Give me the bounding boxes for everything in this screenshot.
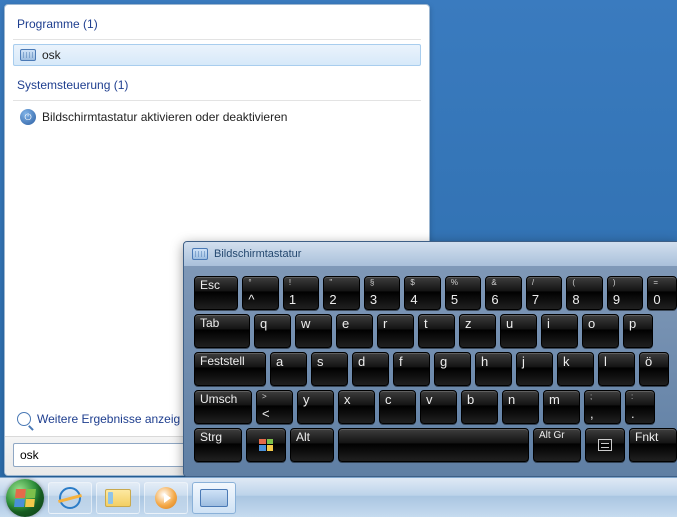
key-esc[interactable]: Esc bbox=[194, 276, 238, 310]
key-t[interactable]: t bbox=[418, 314, 455, 348]
key-tab[interactable]: Tab bbox=[194, 314, 250, 348]
key-e[interactable]: e bbox=[336, 314, 373, 348]
key-i[interactable]: i bbox=[541, 314, 578, 348]
key-row-2: Tab q w e r t z u i o p bbox=[194, 314, 677, 348]
key-h[interactable]: h bbox=[475, 352, 512, 386]
keyboard-icon bbox=[200, 489, 228, 507]
key-r[interactable]: r bbox=[377, 314, 414, 348]
key-row-5: Strg Alt Alt Gr Fnkt bbox=[194, 428, 677, 462]
key-l[interactable]: l bbox=[598, 352, 635, 386]
key-space[interactable] bbox=[338, 428, 529, 462]
divider bbox=[13, 100, 421, 101]
menu-icon bbox=[598, 439, 612, 451]
key-0[interactable]: =0 bbox=[647, 276, 677, 310]
more-results-label: Weitere Ergebnisse anzeig bbox=[37, 412, 180, 426]
search-icon bbox=[17, 412, 31, 426]
key-comma[interactable]: ;, bbox=[584, 390, 621, 424]
taskbar-ie[interactable] bbox=[48, 482, 92, 514]
key-3[interactable]: §3 bbox=[364, 276, 401, 310]
key-windows[interactable] bbox=[246, 428, 286, 462]
key-k[interactable]: k bbox=[557, 352, 594, 386]
key-u[interactable]: u bbox=[500, 314, 537, 348]
key-period[interactable]: :. bbox=[625, 390, 655, 424]
key-s[interactable]: s bbox=[311, 352, 348, 386]
key-shift[interactable]: Umsch bbox=[194, 390, 252, 424]
key-x[interactable]: x bbox=[338, 390, 375, 424]
key-w[interactable]: w bbox=[295, 314, 332, 348]
key-d[interactable]: d bbox=[352, 352, 389, 386]
key-g[interactable]: g bbox=[434, 352, 471, 386]
key-a[interactable]: a bbox=[270, 352, 307, 386]
group-header-programs: Programme (1) bbox=[13, 13, 421, 37]
keyboard-icon bbox=[20, 49, 36, 61]
key-j[interactable]: j bbox=[516, 352, 553, 386]
result-item-osk[interactable]: osk bbox=[13, 44, 421, 66]
result-item-osk-toggle[interactable]: ⏻ Bildschirmtastatur aktivieren oder dea… bbox=[13, 105, 421, 129]
ie-icon bbox=[59, 487, 81, 509]
taskbar-explorer[interactable] bbox=[96, 482, 140, 514]
taskbar-osk[interactable] bbox=[192, 482, 236, 514]
key-alt[interactable]: Alt bbox=[290, 428, 334, 462]
key-o[interactable]: o bbox=[582, 314, 619, 348]
group-header-controlpanel: Systemsteuerung (1) bbox=[13, 74, 421, 98]
key-2[interactable]: "2 bbox=[323, 276, 360, 310]
key-caret[interactable]: °^ bbox=[242, 276, 279, 310]
windows-icon bbox=[14, 489, 36, 507]
start-button[interactable] bbox=[6, 479, 44, 517]
key-1[interactable]: !1 bbox=[283, 276, 320, 310]
key-4[interactable]: $4 bbox=[404, 276, 441, 310]
result-item-label: Bildschirmtastatur aktivieren oder deakt… bbox=[42, 110, 287, 124]
key-v[interactable]: v bbox=[420, 390, 457, 424]
taskbar-media-player[interactable] bbox=[144, 482, 188, 514]
key-row-1: Esc °^ !1 "2 §3 $4 %5 &6 /7 (8 )9 =0 bbox=[194, 276, 677, 310]
key-p[interactable]: p bbox=[623, 314, 653, 348]
media-player-icon bbox=[155, 487, 177, 509]
key-less[interactable]: >< bbox=[256, 390, 293, 424]
key-9[interactable]: )9 bbox=[607, 276, 644, 310]
key-y[interactable]: y bbox=[297, 390, 334, 424]
key-8[interactable]: (8 bbox=[566, 276, 603, 310]
osk-window: Bildschirmtastatur Esc °^ !1 "2 §3 $4 %5… bbox=[183, 241, 677, 477]
control-panel-icon: ⏻ bbox=[20, 109, 36, 125]
divider bbox=[13, 39, 421, 40]
key-n[interactable]: n bbox=[502, 390, 539, 424]
windows-icon bbox=[259, 439, 273, 451]
key-row-3: Feststell a s d f g h j k l ö bbox=[194, 352, 677, 386]
osk-title-label: Bildschirmtastatur bbox=[214, 248, 301, 260]
folder-icon bbox=[105, 489, 131, 507]
key-altgr[interactable]: Alt Gr bbox=[533, 428, 581, 462]
key-capslock[interactable]: Feststell bbox=[194, 352, 266, 386]
keyboard-icon bbox=[192, 248, 208, 260]
key-7[interactable]: /7 bbox=[526, 276, 563, 310]
osk-body: Esc °^ !1 "2 §3 $4 %5 &6 /7 (8 )9 =0 Tab… bbox=[184, 266, 677, 476]
key-z[interactable]: z bbox=[459, 314, 496, 348]
result-item-label: osk bbox=[42, 48, 61, 62]
key-b[interactable]: b bbox=[461, 390, 498, 424]
osk-titlebar[interactable]: Bildschirmtastatur bbox=[184, 242, 677, 266]
key-f[interactable]: f bbox=[393, 352, 430, 386]
key-fn[interactable]: Fnkt bbox=[629, 428, 677, 462]
key-5[interactable]: %5 bbox=[445, 276, 482, 310]
key-q[interactable]: q bbox=[254, 314, 291, 348]
key-c[interactable]: c bbox=[379, 390, 416, 424]
key-ctrl[interactable]: Strg bbox=[194, 428, 242, 462]
key-row-4: Umsch >< y x c v b n m ;, :. bbox=[194, 390, 677, 424]
key-6[interactable]: &6 bbox=[485, 276, 522, 310]
taskbar bbox=[0, 477, 677, 517]
key-context-menu[interactable] bbox=[585, 428, 625, 462]
key-oe[interactable]: ö bbox=[639, 352, 669, 386]
key-m[interactable]: m bbox=[543, 390, 580, 424]
